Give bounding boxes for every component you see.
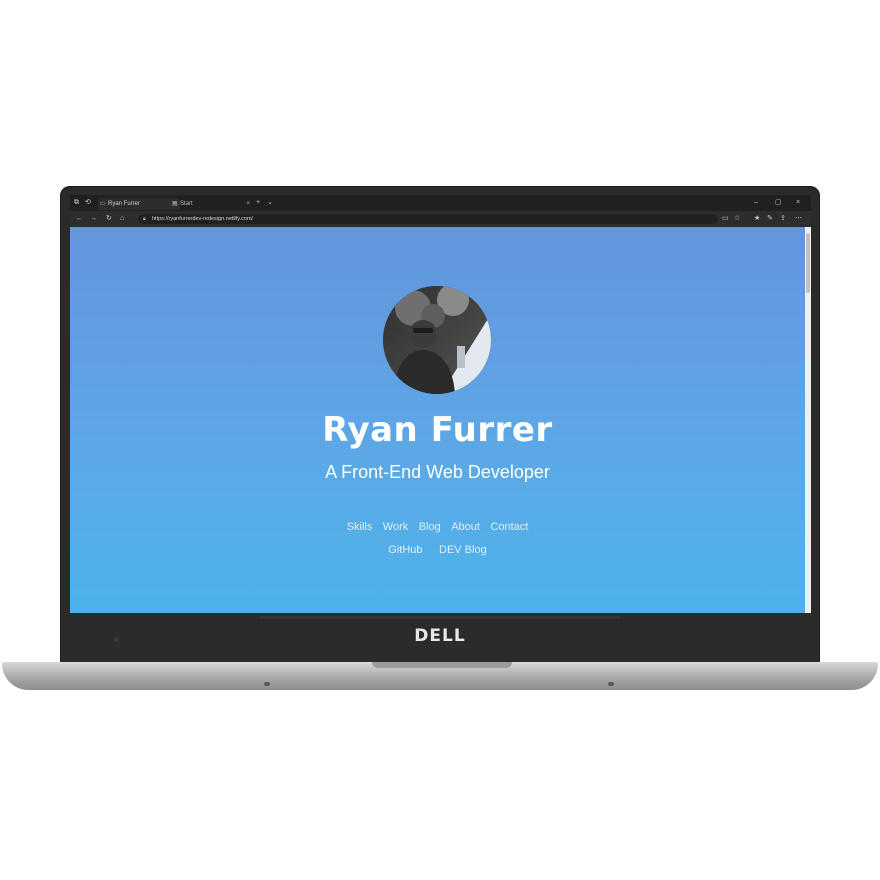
tab-label: Ryan Furrer xyxy=(108,201,141,207)
lock-icon: 🔒︎ xyxy=(143,216,146,222)
forward-icon[interactable]: → xyxy=(90,213,97,225)
nav-link-dev-blog[interactable]: DEV Blog xyxy=(439,544,487,556)
pen-icon[interactable]: ✎ xyxy=(767,213,773,225)
bezel-reflection xyxy=(260,616,620,619)
tab-actions-icon[interactable]: ⧉ xyxy=(74,198,79,208)
page-title: Ryan Furrer xyxy=(322,410,553,450)
base-foot xyxy=(264,682,270,686)
dell-logo: DELL xyxy=(414,626,466,646)
nav-link-skills[interactable]: Skills xyxy=(347,521,373,533)
primary-nav: Skills Work Blog About Contact xyxy=(70,517,805,535)
minimize-icon[interactable]: – xyxy=(754,197,758,209)
scroll-thumb[interactable] xyxy=(806,233,810,293)
sensor-dot xyxy=(114,637,119,642)
nav-link-blog[interactable]: Blog xyxy=(419,521,441,533)
workspaces-icon[interactable]: ⟲ xyxy=(85,198,91,208)
share-icon[interactable]: ⇪ xyxy=(780,213,786,225)
tab-ryan-furrer[interactable]: ▭ Ryan Furrer × xyxy=(98,198,180,210)
close-icon[interactable]: × xyxy=(246,198,250,210)
reading-view-icon[interactable]: ▭ xyxy=(722,213,729,225)
back-icon[interactable]: ← xyxy=(76,213,83,225)
page-favicon-icon: ▭ xyxy=(100,201,106,207)
page-favicon-icon: ▤ xyxy=(172,201,178,207)
more-icon[interactable]: ⋯ xyxy=(795,213,802,225)
close-window-icon[interactable]: × xyxy=(796,197,800,209)
refresh-icon[interactable]: ↻ xyxy=(106,213,112,225)
browser-window: ⧉ ⟲ ▭ Ryan Furrer × ▤ Start × + ⌄ – ▢ × … xyxy=(70,195,811,613)
new-tab-icon[interactable]: + xyxy=(256,198,260,208)
browser-titlebar: ⧉ ⟲ ▭ Ryan Furrer × ▤ Start × + ⌄ – ▢ × xyxy=(70,195,811,211)
tab-label: Start xyxy=(180,201,193,207)
secondary-nav: GitHub DEV Blog xyxy=(70,540,805,558)
profile-photo xyxy=(383,286,491,394)
page-scrollbar[interactable] xyxy=(805,227,811,613)
nav-link-work[interactable]: Work xyxy=(383,521,408,533)
page-subtitle: A Front-End Web Developer xyxy=(325,462,550,482)
tab-start[interactable]: ▤ Start × xyxy=(170,198,254,210)
chevron-down-icon[interactable]: ⌄ xyxy=(267,198,273,208)
favorite-star-icon[interactable]: ☆ xyxy=(734,213,740,225)
base-foot xyxy=(608,682,614,686)
favorites-icon[interactable]: ★ xyxy=(754,213,760,225)
maximize-icon[interactable]: ▢ xyxy=(775,197,782,209)
browser-toolbar: ← → ↻ ⌂ 🔒︎ https://ryanfurrerdev-redesig… xyxy=(70,211,811,227)
lid-notch xyxy=(372,662,512,668)
home-icon[interactable]: ⌂ xyxy=(120,213,124,225)
laptop-base xyxy=(2,662,878,690)
profile-photo-image xyxy=(383,286,491,394)
nav-link-contact[interactable]: Contact xyxy=(490,521,528,533)
address-input[interactable]: 🔒︎ https://ryanfurrerdev-redesign.netlif… xyxy=(138,214,718,224)
nav-link-github[interactable]: GitHub xyxy=(388,544,422,556)
page-viewport: Ryan Furrer A Front-End Web Developer Sk… xyxy=(70,227,805,613)
nav-link-about[interactable]: About xyxy=(451,521,480,533)
url-text: https://ryanfurrerdev-redesign.netlify.c… xyxy=(152,216,254,222)
